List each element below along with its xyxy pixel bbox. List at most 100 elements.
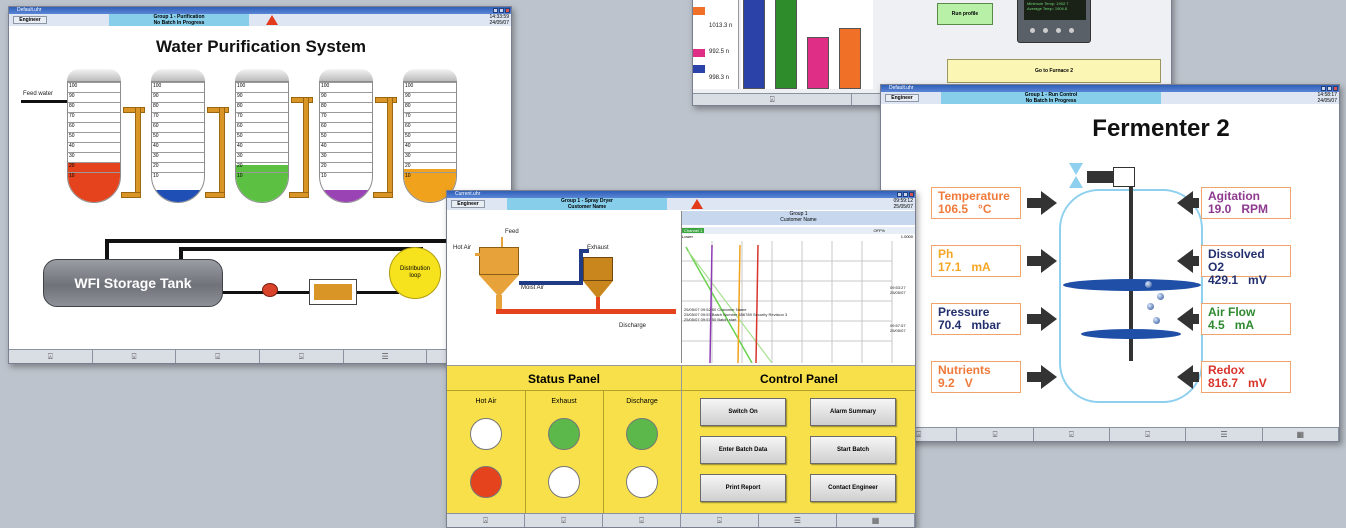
pump-icon [262, 283, 278, 297]
status-lamp-bottom [470, 466, 502, 498]
status-divider [603, 390, 604, 513]
scale-tick: 50 [68, 132, 120, 139]
scale-tag [693, 7, 705, 15]
close-icon[interactable] [505, 8, 510, 13]
title-bar: Default.uhr [881, 85, 1339, 92]
purification-column: 100 90 80 70 60 50 40 30 20 10 [151, 69, 205, 203]
transfer-pipe [207, 107, 229, 113]
process-pipe [205, 291, 399, 294]
scale-tick: 50 [152, 132, 204, 139]
reading-name: Dissolved O2 [1208, 247, 1265, 274]
furnace-level-bar [743, 0, 765, 89]
inflow-arrow-shaft [1191, 198, 1199, 208]
hot-air-label: Hot Air [453, 245, 472, 251]
scale-tick: 20 [404, 162, 456, 169]
reading-number: 106.5 [938, 202, 969, 216]
log-entry: 25/05/07 09:57:50 Batch start [684, 317, 737, 322]
engineer-button[interactable]: Engineer [885, 94, 919, 102]
batch-status: No Batch In Progress [153, 20, 205, 26]
reading-value: 9.2 V [938, 377, 1014, 390]
scale-tick: 100 [320, 82, 372, 89]
reading-box: Redox 816.7 mV [1201, 361, 1291, 393]
alarm-summary-button[interactable]: Alarm Summary [810, 398, 896, 426]
scale-tick: 40 [320, 142, 372, 149]
status-divider [447, 390, 681, 391]
contact-engineer-button[interactable]: Contact Engineer [810, 474, 896, 502]
grid-icon[interactable]: ▦ [1263, 428, 1339, 441]
bubble [1157, 293, 1164, 300]
down-arrow-icon[interactable]: ⍌ [525, 514, 603, 527]
reading-unit: mbar [971, 318, 1001, 332]
grid-icon[interactable]: ▦ [837, 514, 915, 527]
scale-tick: 40 [236, 142, 288, 149]
group-banner: Group 1 - Purification No Batch In Progr… [109, 14, 249, 26]
minimize-icon[interactable] [1321, 86, 1326, 91]
warning-icon[interactable] [691, 199, 703, 209]
reading-number: 70.4 [938, 318, 962, 332]
down-arrow-icon[interactable]: ⍌ [957, 428, 1034, 441]
start-batch-button[interactable]: Start Batch [810, 436, 896, 464]
furnace-bar-area [741, 0, 873, 89]
left-arrow-icon[interactable]: ⍃ [603, 514, 681, 527]
scale-tick: 90 [320, 92, 372, 99]
right-arrow-icon[interactable]: ⍄ [1110, 428, 1187, 441]
close-icon[interactable] [909, 192, 914, 197]
title-bar: Current.uhr [447, 191, 915, 198]
go-to-furnace-button[interactable]: Go to Furnace 2 [947, 59, 1161, 83]
reading-value: 429.1 mV [1208, 274, 1284, 287]
right-arrow-icon[interactable]: ⍄ [260, 350, 344, 363]
trend-header: Group 1 Customer Name [682, 211, 915, 225]
column-level [236, 165, 288, 202]
status-column-label: Discharge [626, 398, 658, 405]
minimize-icon[interactable] [897, 192, 902, 197]
engineer-button[interactable]: Engineer [13, 16, 47, 24]
switch-on-button[interactable]: Switch On [700, 398, 786, 426]
controller-display: Minimum Temp: 1902.7 Average Temp: 1904.… [1017, 0, 1091, 43]
scale-tick: 20 [152, 162, 204, 169]
maximize-icon[interactable] [903, 192, 908, 197]
maximize-icon[interactable] [499, 8, 504, 13]
minimize-icon[interactable] [493, 8, 498, 13]
spray-nav-bar: ⍓ ⍌ ⍃ ⍄ ☰ ▦ [447, 513, 915, 527]
menu-icon[interactable]: ☰ [1186, 428, 1263, 441]
reading-value: 4.5 mA [1208, 319, 1284, 332]
reading-value: 19.0 RPM [1208, 203, 1284, 216]
feed-label: Feed [505, 229, 519, 235]
scale-tick: 60 [320, 122, 372, 129]
scale-tick: 10 [236, 172, 288, 179]
scale-tick: 70 [152, 112, 204, 119]
fermenter-window: Default.uhr Engineer Group 1 - Run Contr… [880, 84, 1340, 442]
engineer-button[interactable]: Engineer [451, 200, 485, 208]
reading-unit: V [964, 376, 973, 390]
menu-icon[interactable]: ☰ [344, 350, 428, 363]
warning-icon[interactable] [266, 15, 278, 25]
menu-icon[interactable]: ☰ [759, 514, 837, 527]
distribution-loop: Distribution loop [389, 247, 441, 299]
right-arrow-icon[interactable]: ⍄ [681, 514, 759, 527]
run-profile-button[interactable]: Run profile [937, 3, 993, 25]
dryer-cone [479, 275, 519, 297]
inflow-arrow-shaft [1191, 372, 1199, 382]
column-body: 100 90 80 70 60 50 40 30 20 10 [151, 81, 205, 203]
up-arrow-icon[interactable]: ⍓ [693, 94, 853, 105]
scale-tick: 70 [404, 112, 456, 119]
close-icon[interactable] [1333, 86, 1338, 91]
enter-batch-data-button[interactable]: Enter Batch Data [700, 436, 786, 464]
down-arrow-icon[interactable]: ⍌ [93, 350, 177, 363]
print-report-button[interactable]: Print Report [700, 474, 786, 502]
clock: 14:33:59 24/05/07 [490, 14, 509, 26]
moist-air-pipe [519, 281, 579, 285]
left-arrow-icon[interactable]: ⍃ [1034, 428, 1110, 441]
bubble [1153, 317, 1160, 324]
channel-bar: Channel 1 OFF% [682, 227, 915, 234]
scale-tick: 30 [320, 152, 372, 159]
transfer-pipe [373, 192, 393, 198]
maximize-icon[interactable] [1327, 86, 1332, 91]
up-arrow-icon[interactable]: ⍓ [9, 350, 93, 363]
up-arrow-icon[interactable]: ⍓ [447, 514, 525, 527]
scale-tick: 60 [68, 122, 120, 129]
feed-pipe [21, 100, 67, 103]
trend-line-orange [737, 244, 741, 363]
motor-coupling [1087, 171, 1113, 183]
left-arrow-icon[interactable]: ⍃ [176, 350, 261, 363]
